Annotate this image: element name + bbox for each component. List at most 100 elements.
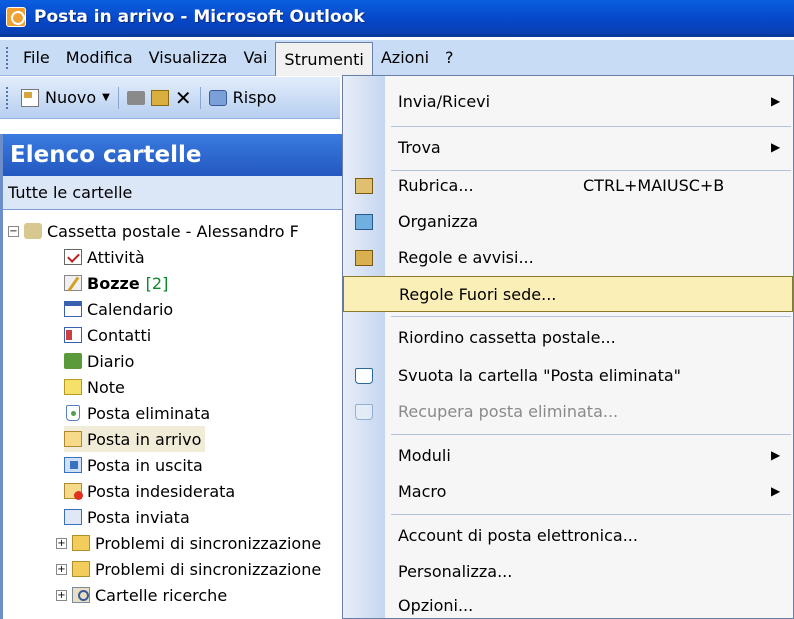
menu-item-svuota-posta-eliminata[interactable]: Svuota la cartella "Posta eliminata" [343, 358, 793, 394]
search-folder-icon [72, 587, 90, 603]
menu-item-regole-fuori-sede[interactable]: Regole Fuori sede... [343, 276, 793, 312]
outbox-icon [64, 457, 82, 473]
delete-icon[interactable]: ✕ [175, 88, 192, 108]
reply-button[interactable]: Rispo [233, 88, 277, 107]
folder-label: Cartelle ricerche [95, 585, 228, 605]
folder-posta-in-uscita[interactable]: Posta in uscita [64, 452, 203, 478]
mailbox-icon [24, 223, 42, 239]
menu-item-rubrica[interactable]: Rubrica... CTRL+MAIUSC+B [343, 168, 793, 204]
sent-items-icon [64, 509, 82, 525]
calendar-icon [64, 301, 82, 317]
menu-item-label: Riordino cassetta postale... [398, 328, 616, 347]
menu-item-personalizza[interactable]: Personalizza... [343, 554, 793, 590]
all-folders-label: Tutte le cartelle [0, 176, 342, 210]
menu-help[interactable]: ? [437, 44, 462, 71]
contacts-icon [64, 327, 82, 343]
folder-diario[interactable]: Diario [64, 348, 134, 374]
new-dropdown-arrow-icon[interactable]: ▼ [102, 92, 110, 103]
print-icon[interactable] [126, 90, 145, 105]
menu-item-label: Regole Fuori sede... [399, 285, 557, 304]
drafts-icon [64, 275, 82, 291]
title-bar: Posta in arrivo - Microsoft Outlook [0, 0, 794, 37]
folder-bozze[interactable]: Bozze [2] [64, 270, 168, 296]
menu-separator [391, 316, 791, 317]
new-button[interactable]: Nuovo [45, 88, 96, 107]
menu-visualizza[interactable]: Visualizza [141, 44, 236, 71]
expand-icon[interactable]: + [56, 563, 67, 575]
tasks-icon [64, 249, 82, 265]
menu-item-label: Rubrica... [398, 176, 474, 195]
folder-label: Posta inviata [87, 507, 190, 527]
folder-contatti[interactable]: Contatti [64, 322, 151, 348]
tools-menu-dropdown: Invia/Ricevi ▶ Trova ▶ Rubrica... CTRL+M… [342, 75, 794, 619]
menu-separator [391, 434, 791, 435]
folder-posta-in-arrivo[interactable]: Posta in arrivo [64, 426, 206, 452]
expand-icon[interactable]: + [56, 589, 67, 601]
folder-label: Contatti [87, 325, 152, 345]
folder-label: Problemi di sincronizzazione [95, 559, 322, 579]
submenu-arrow-icon: ▶ [771, 484, 781, 498]
folder-calendario[interactable]: Calendario [64, 296, 173, 322]
menu-item-label: Svuota la cartella "Posta eliminata" [398, 366, 682, 385]
folder-label: Posta in arrivo [87, 429, 202, 449]
menu-item-label: Invia/Ricevi [398, 92, 491, 111]
menu-item-moduli[interactable]: Moduli ▶ [343, 438, 793, 474]
menu-item-organizza[interactable]: Organizza [343, 204, 793, 240]
menu-strumenti[interactable]: Strumenti [275, 41, 373, 76]
shortcut-label: CTRL+MAIUSC+B [583, 176, 725, 195]
mailbox-label: Cassetta postale - Alessandro F [47, 221, 299, 241]
menu-item-riordino[interactable]: Riordino cassetta postale... [343, 320, 793, 356]
folder-posta-indesiderata[interactable]: Posta indesiderata [64, 478, 235, 504]
menu-file[interactable]: File [15, 44, 58, 71]
menu-item-label: Opzioni... [398, 596, 474, 615]
address-book-icon [355, 178, 373, 194]
folder-icon [72, 535, 90, 551]
new-mail-icon[interactable] [21, 88, 39, 107]
menu-modifica[interactable]: Modifica [58, 44, 141, 71]
menu-item-recupera-posta: Recupera posta eliminata... [343, 394, 793, 430]
folder-cartelle-ricerche[interactable]: + Cartelle ricerche [56, 582, 227, 608]
folder-posta-eliminata[interactable]: Posta eliminata [64, 400, 210, 426]
menu-item-label: Regole e avvisi... [398, 248, 534, 267]
menu-item-trova[interactable]: Trova ▶ [343, 130, 793, 166]
inbox-icon [64, 431, 82, 447]
toolbar-separator [117, 86, 119, 109]
folder-problemi-sincronizzazione-1[interactable]: + Problemi di sincronizzazione [56, 530, 321, 556]
unread-count: [2] [145, 273, 169, 293]
folder-attivita[interactable]: Attività [64, 244, 145, 270]
menu-vai[interactable]: Vai [235, 44, 275, 71]
folder-posta-inviata[interactable]: Posta inviata [64, 504, 190, 530]
folder-tree: − Cassetta postale - Alessandro F Attivi… [0, 212, 342, 619]
folder-problemi-sincronizzazione-2[interactable]: + Problemi di sincronizzazione [56, 556, 321, 582]
window-title: Posta in arrivo - Microsoft Outlook [34, 7, 365, 27]
folder-note[interactable]: Note [64, 374, 125, 400]
menu-azioni[interactable]: Azioni [373, 44, 437, 71]
organize-icon [355, 214, 373, 230]
menu-item-invia-ricevi[interactable]: Invia/Ricevi ▶ [343, 84, 793, 120]
folder-label: Posta indesiderata [87, 481, 236, 501]
menu-item-label: Account di posta elettronica... [398, 526, 638, 545]
folder-label: Calendario [87, 299, 174, 319]
recover-icon [355, 404, 373, 420]
toolbar-grip[interactable] [6, 86, 9, 109]
submenu-arrow-icon: ▶ [771, 94, 781, 108]
folder-icon [72, 561, 90, 577]
pane-border [0, 134, 3, 619]
move-to-folder-icon[interactable] [150, 89, 169, 106]
menu-item-regole-avvisi[interactable]: Regole e avvisi... [343, 240, 793, 276]
tree-row-mailbox[interactable]: − Cassetta postale - Alessandro F [8, 218, 299, 244]
menu-bar: File Modifica Visualizza Vai Strumenti A… [0, 40, 794, 76]
menu-item-label: Recupera posta eliminata... [398, 402, 619, 421]
folder-label: Attività [87, 247, 145, 267]
reply-icon[interactable] [208, 89, 227, 106]
menubar-grip[interactable] [6, 46, 9, 69]
menu-item-macro[interactable]: Macro ▶ [343, 474, 793, 510]
menu-item-account-posta[interactable]: Account di posta elettronica... [343, 518, 793, 554]
folder-pane-header: Elenco cartelle [0, 134, 342, 176]
expand-icon[interactable]: + [56, 537, 67, 549]
menu-item-opzioni[interactable]: Opzioni... [343, 588, 793, 619]
folder-label: Posta in uscita [87, 455, 203, 475]
submenu-arrow-icon: ▶ [771, 140, 781, 154]
menu-item-label: Macro [398, 482, 447, 501]
collapse-icon[interactable]: − [8, 225, 19, 237]
